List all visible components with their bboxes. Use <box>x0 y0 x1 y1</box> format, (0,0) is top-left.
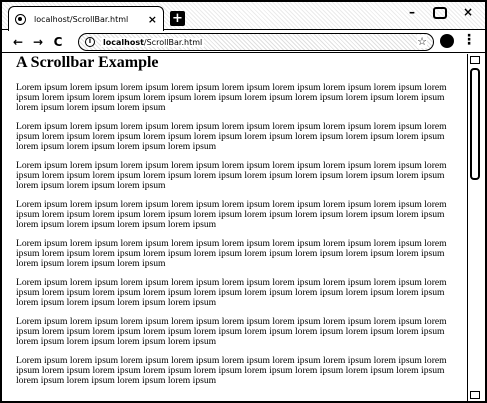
minimize-button[interactable]: – <box>403 4 421 20</box>
vertical-scrollbar[interactable] <box>467 54 483 401</box>
paragraph: Lorem ipsum lorem ipsum lorem ipsum lore… <box>16 355 447 386</box>
scroll-down-arrow[interactable] <box>470 391 480 399</box>
extension-icon[interactable] <box>440 34 454 48</box>
reload-button[interactable]: C <box>48 35 68 49</box>
paragraph: Lorem ipsum lorem ipsum lorem ipsum lore… <box>16 238 447 269</box>
paragraph: Lorem ipsum lorem ipsum lorem ipsum lore… <box>16 121 447 152</box>
url-text[interactable]: localhost/ScrollBar.html <box>101 37 205 47</box>
tab-title: localhost/ScrollBar.html <box>34 14 129 24</box>
browser-tab[interactable]: localhost/ScrollBar.html × <box>8 6 164 31</box>
paragraph: Lorem ipsum lorem ipsum lorem ipsum lore… <box>16 277 447 308</box>
paragraph: Lorem ipsum lorem ipsum lorem ipsum lore… <box>16 199 447 230</box>
url-host: localhost <box>103 37 144 47</box>
close-window-button[interactable]: × <box>459 4 477 20</box>
maximize-button[interactable] <box>433 7 447 19</box>
page-heading: A Scrollbar Example <box>16 54 159 71</box>
paragraph: Lorem ipsum lorem ipsum lorem ipsum lore… <box>16 316 447 347</box>
url-path: /ScrollBar.html <box>143 37 203 47</box>
page-content: A Scrollbar Example Lorem ipsum lorem ip… <box>4 54 467 401</box>
address-bar[interactable]: i localhost/ScrollBar.html ☆ <box>78 33 434 51</box>
paragraph: Lorem ipsum lorem ipsum lorem ipsum lore… <box>16 82 447 113</box>
title-bar: localhost/ScrollBar.html × + – × <box>2 2 485 31</box>
browser-window: localhost/ScrollBar.html × + – × ← → C i… <box>0 0 487 403</box>
forward-button[interactable]: → <box>28 35 48 49</box>
browser-menu-icon[interactable]: ⋮ <box>462 32 476 48</box>
tab-close-icon[interactable]: × <box>144 13 157 26</box>
window-controls: – × <box>403 4 477 20</box>
favicon-icon <box>15 13 26 25</box>
scrollbar-thumb[interactable] <box>470 68 480 180</box>
paragraph: Lorem ipsum lorem ipsum lorem ipsum lore… <box>16 160 447 191</box>
bookmark-star-icon[interactable]: ☆ <box>417 35 427 48</box>
scroll-up-arrow[interactable] <box>470 56 480 64</box>
back-button[interactable]: ← <box>8 35 28 49</box>
browser-toolbar: ← → C i localhost/ScrollBar.html ☆ ⋮ <box>2 31 485 53</box>
site-info-icon[interactable]: i <box>85 37 95 47</box>
new-tab-button[interactable]: + <box>170 11 185 26</box>
